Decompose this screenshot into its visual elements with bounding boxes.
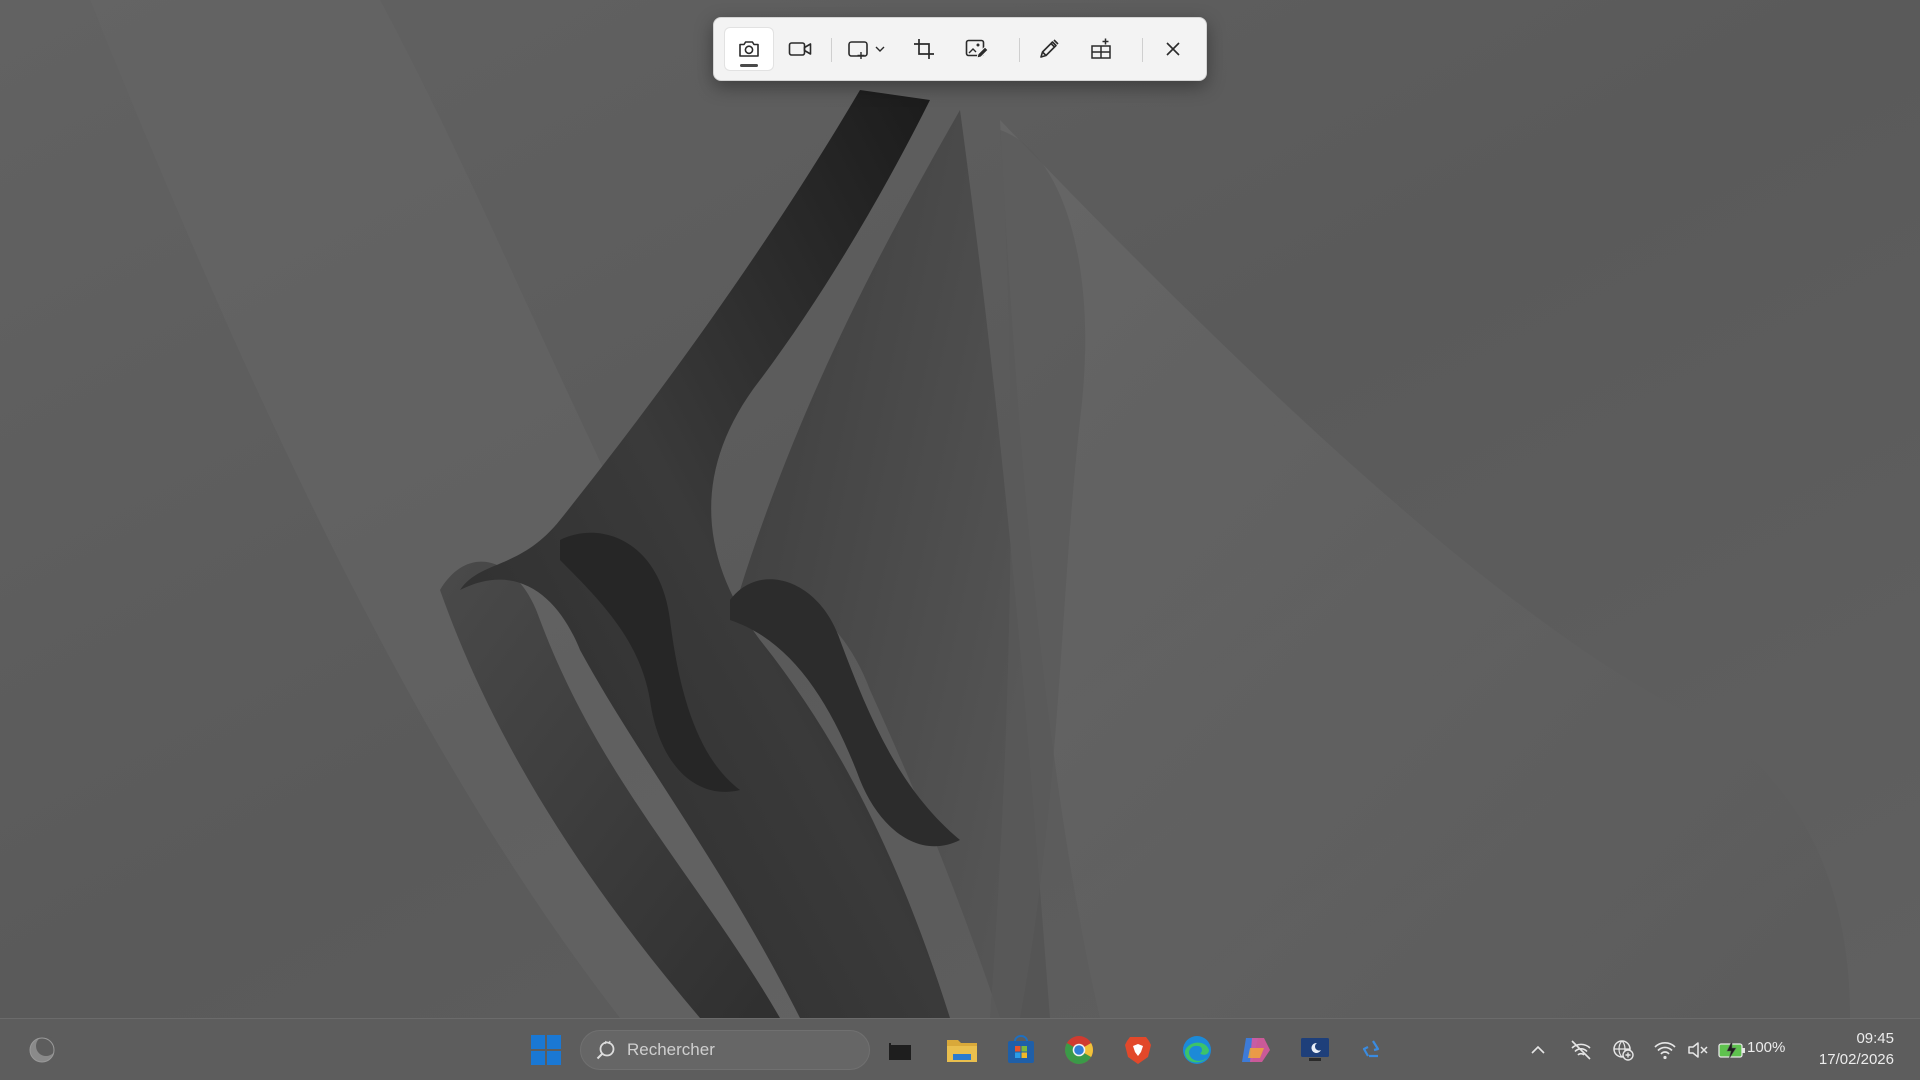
widgets-moon-icon xyxy=(29,1036,56,1063)
battery-charging-icon xyxy=(1718,1040,1745,1060)
tray-vpn-globe[interactable] xyxy=(1610,1038,1636,1062)
pen-button[interactable] xyxy=(1027,28,1071,70)
snip-video-mode-button[interactable] xyxy=(776,28,824,70)
task-view-button[interactable] xyxy=(878,1028,922,1072)
show-hidden-icons-button[interactable] xyxy=(1527,1038,1549,1062)
brave-icon xyxy=(1125,1037,1151,1064)
brave-button[interactable] xyxy=(1116,1028,1160,1072)
copilot-button[interactable] xyxy=(1233,1028,1277,1072)
network-off-icon xyxy=(1571,1040,1591,1060)
tray-battery[interactable] xyxy=(1717,1038,1747,1062)
snip-shape-dropdown[interactable] xyxy=(840,28,896,70)
camera-icon xyxy=(739,41,759,57)
start-icon xyxy=(531,1035,561,1065)
tray-wifi[interactable] xyxy=(1652,1038,1678,1062)
recycle-icon xyxy=(1362,1040,1380,1058)
pen-icon xyxy=(1040,39,1059,58)
globe-shield-icon xyxy=(1613,1040,1634,1061)
edge-icon xyxy=(1183,1036,1211,1064)
clock-time: 09:45 xyxy=(1856,1030,1894,1047)
remote-desktop-icon xyxy=(1301,1038,1329,1061)
crop-button[interactable] xyxy=(902,28,946,70)
tray-network-disabled[interactable] xyxy=(1568,1038,1594,1062)
taskbar-clock[interactable]: 09:45 17/02/2026 xyxy=(1819,1028,1894,1070)
chrome-button[interactable] xyxy=(1057,1028,1101,1072)
desktop-wallpaper xyxy=(0,0,1920,1018)
edit-image-button[interactable] xyxy=(954,28,998,70)
toolbar-separator xyxy=(831,38,832,62)
selected-mode-indicator xyxy=(740,64,758,67)
toolbar-separator xyxy=(1019,38,1020,62)
chrome-icon xyxy=(1065,1036,1093,1064)
microsoft-store-icon xyxy=(1008,1035,1034,1063)
snip-photo-mode-button[interactable] xyxy=(725,28,773,70)
wifi-icon xyxy=(1654,1041,1676,1060)
task-view-icon xyxy=(889,1043,911,1060)
wallpaper-bloom-graphic xyxy=(0,0,1920,1018)
taskbar: Rechercher 100% 09:45 17/02/2026 xyxy=(0,1018,1920,1080)
file-explorer-button[interactable] xyxy=(940,1028,984,1072)
chevron-up-icon xyxy=(1531,1045,1545,1054)
file-explorer-icon xyxy=(947,1040,977,1062)
recycle-app-button[interactable] xyxy=(1351,1028,1395,1072)
microsoft-store-button[interactable] xyxy=(999,1028,1043,1072)
close-button[interactable] xyxy=(1150,28,1196,70)
rectangle-mode-icon xyxy=(848,41,885,59)
widgets-button[interactable] xyxy=(20,1028,64,1072)
video-camera-icon xyxy=(788,42,812,56)
volume-muted-icon xyxy=(1688,1042,1708,1058)
search-placeholder: Rechercher xyxy=(627,1040,715,1059)
start-button[interactable] xyxy=(524,1028,568,1072)
snipping-toolbar xyxy=(713,17,1207,81)
clock-date: 17/02/2026 xyxy=(1818,1051,1894,1068)
chevron-down-icon xyxy=(875,46,885,52)
tray-volume[interactable] xyxy=(1685,1038,1711,1062)
search-icon xyxy=(595,1039,617,1061)
close-icon xyxy=(1166,42,1180,56)
remote-desktop-button[interactable] xyxy=(1293,1028,1337,1072)
crop-icon xyxy=(914,39,934,59)
toolbar-separator xyxy=(1142,38,1143,62)
copilot-icon xyxy=(1242,1038,1270,1062)
image-edit-icon xyxy=(965,39,988,59)
taskbar-search-box[interactable]: Rechercher xyxy=(580,1030,870,1070)
add-window-icon xyxy=(1091,38,1111,59)
edge-button[interactable] xyxy=(1175,1028,1219,1072)
battery-percentage: 100% xyxy=(1747,1039,1786,1056)
new-window-snip-button[interactable] xyxy=(1079,28,1123,70)
